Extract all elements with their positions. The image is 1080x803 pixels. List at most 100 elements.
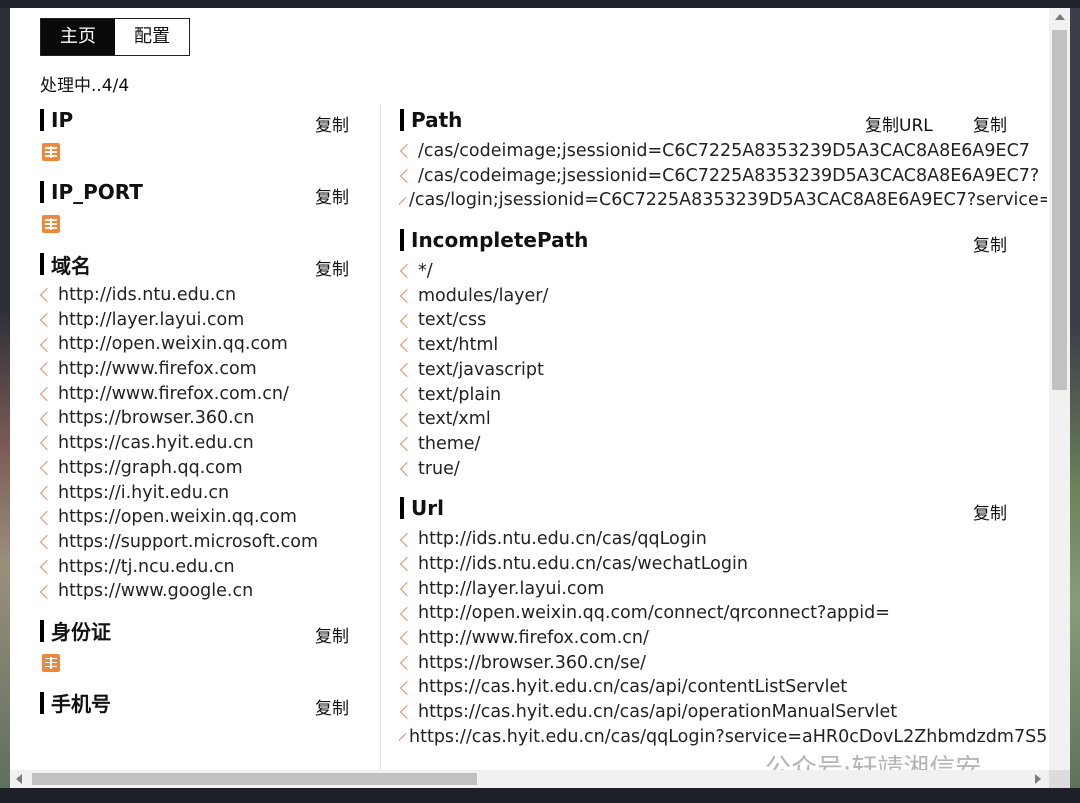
vertical-scroll-thumb[interactable] [1052, 30, 1067, 390]
copy-url-button[interactable]: 复制URL [865, 111, 933, 136]
scroll-right-arrow-icon[interactable] [1035, 774, 1041, 784]
horizontal-scrollbar[interactable] [10, 770, 1049, 788]
list-item[interactable]: theme/ [399, 432, 1047, 457]
list-item-text: true/ [418, 458, 460, 479]
chevron-left-icon [399, 387, 415, 402]
list-item[interactable]: https://graph.qq.com [39, 456, 350, 481]
list-item-text: https://i.hyit.edu.cn [58, 482, 230, 503]
chevron-left-icon [399, 289, 415, 304]
chevron-left-icon [39, 584, 55, 599]
list-item[interactable]: https://cas.hyit.edu.cn/cas/qqLogin?serv… [398, 725, 1047, 750]
copy-id-card-button[interactable]: 复制 [315, 622, 349, 647]
scrollbar-corner [1049, 770, 1070, 788]
desktop-backdrop-left [0, 8, 10, 803]
column-divider [380, 104, 381, 770]
chevron-left-icon [39, 387, 55, 402]
list-item[interactable]: https://www.google.cn [39, 579, 350, 604]
list-item[interactable]: http://layer.layui.com [39, 308, 350, 333]
section-title-url: Url [411, 496, 444, 521]
section-phone: 手机号 复制 [40, 684, 350, 722]
chevron-left-icon [39, 485, 55, 500]
chevron-left-icon [39, 510, 55, 525]
list-item[interactable]: http://ids.ntu.edu.cn/cas/wechatLogin [399, 552, 1047, 577]
chevron-left-icon [399, 412, 415, 427]
list-item[interactable]: https://support.microsoft.com [39, 530, 350, 555]
chevron-left-icon [399, 363, 415, 378]
list-item[interactable]: text/html [399, 333, 1047, 358]
list-item[interactable]: /cas/codeimage;jsessionid=C6C7225A835323… [399, 139, 1047, 164]
list-item[interactable]: */ [399, 259, 1047, 284]
list-item[interactable]: http://ids.ntu.edu.cn [39, 283, 350, 308]
empty-result-icon [42, 143, 60, 161]
list-item-text: text/javascript [418, 359, 544, 380]
list-item-text: https://cas.hyit.edu.cn/cas/qqLogin?serv… [409, 726, 1047, 747]
vertical-scrollbar[interactable] [1049, 8, 1070, 770]
chevron-left-icon [398, 196, 407, 205]
list-item[interactable]: /cas/codeimage;jsessionid=C6C7225A835323… [399, 164, 1047, 189]
horizontal-scroll-thumb[interactable] [32, 773, 477, 785]
list-item[interactable]: https://i.hyit.edu.cn [39, 481, 350, 506]
section-marker [40, 619, 44, 642]
list-item-text: http://www.firefox.com [58, 359, 257, 380]
list-item[interactable]: http://ids.ntu.edu.cn/cas/qqLogin [399, 527, 1047, 552]
list-item-text: https://support.microsoft.com [58, 531, 319, 552]
section-title-ip-port: IP_PORT [51, 180, 143, 204]
copy-incomplete-path-button[interactable]: 复制 [973, 231, 1007, 256]
list-item-text: /cas/login;jsessionid=C6C7225A8353239D5A… [409, 190, 1047, 211]
list-item[interactable]: text/xml [399, 407, 1047, 432]
chevron-left-icon [398, 733, 407, 741]
section-incomplete-path: IncompletePath 复制 [400, 221, 1047, 259]
copy-phone-button[interactable]: 复制 [315, 694, 349, 719]
chevron-left-icon [39, 411, 55, 426]
list-item-text: modules/layer/ [418, 285, 549, 306]
list-item[interactable]: https://browser.360.cn/se/ [399, 651, 1047, 676]
list-item[interactable]: https://cas.hyit.edu.cn/cas/api/operatio… [399, 700, 1047, 725]
tab-bar: 主页 配置 [40, 18, 190, 56]
list-item[interactable]: https://tj.ncu.edu.cn [39, 555, 350, 580]
list-item-text: text/xml [418, 409, 491, 430]
section-marker [40, 109, 44, 131]
copy-path-button[interactable]: 复制 [973, 111, 1007, 136]
url-list: http://ids.ntu.edu.cn/cas/qqLogin http://… [398, 527, 1047, 750]
scroll-up-arrow-icon[interactable] [1055, 14, 1065, 20]
list-item[interactable]: text/javascript [399, 358, 1047, 383]
chevron-left-icon [399, 557, 415, 572]
left-column: IP 复制 IP_PORT 复制 域名 复制 http://ids.ntu.ed… [39, 101, 350, 722]
tab-home[interactable]: 主页 [41, 19, 115, 55]
right-column: Path 复制URL 复制 /cas/codeimage;jsessionid=… [398, 101, 1047, 750]
copy-domain-button[interactable]: 复制 [315, 255, 349, 280]
section-ip-port: IP_PORT 复制 [40, 173, 350, 211]
section-marker [400, 497, 404, 520]
tab-config[interactable]: 配置 [115, 19, 189, 55]
list-item[interactable]: http://layer.layui.com [399, 577, 1047, 602]
list-item-text: http://open.weixin.qq.com [58, 334, 288, 355]
list-item[interactable]: https://browser.360.cn [39, 406, 350, 431]
list-item[interactable]: http://open.weixin.qq.com [39, 332, 350, 357]
list-item[interactable]: http://www.firefox.com [39, 357, 350, 382]
list-item-text: https://browser.360.cn/se/ [418, 652, 647, 673]
empty-result-icon [42, 653, 60, 672]
chevron-left-icon [399, 461, 415, 476]
list-item[interactable]: text/css [399, 308, 1047, 333]
section-title-domain: 域名 [51, 253, 91, 278]
list-item[interactable]: http://open.weixin.qq.com/connect/qrconn… [399, 601, 1047, 626]
list-item[interactable]: modules/layer/ [399, 284, 1047, 309]
section-ip: IP 复制 [40, 101, 350, 139]
copy-ip-port-button[interactable]: 复制 [315, 183, 349, 208]
list-item-text: http://layer.layui.com [58, 309, 245, 330]
copy-ip-button[interactable]: 复制 [315, 111, 349, 136]
list-item[interactable]: /cas/login;jsessionid=C6C7225A8353239D5A… [398, 188, 1047, 213]
copy-url-list-button[interactable]: 复制 [973, 499, 1007, 524]
chevron-left-icon [399, 655, 415, 671]
list-item[interactable]: https://cas.hyit.edu.cn/cas/api/contentL… [399, 675, 1047, 700]
list-item[interactable]: https://open.weixin.qq.com [39, 505, 350, 530]
scroll-left-arrow-icon[interactable] [16, 774, 22, 784]
chevron-left-icon [39, 337, 55, 352]
list-item[interactable]: text/plain [399, 383, 1047, 408]
path-list: /cas/codeimage;jsessionid=C6C7225A835323… [398, 139, 1047, 213]
chevron-left-icon [39, 288, 55, 303]
list-item[interactable]: true/ [399, 457, 1047, 482]
list-item[interactable]: http://www.firefox.com.cn/ [39, 382, 350, 407]
list-item[interactable]: http://www.firefox.com.cn/ [399, 626, 1047, 651]
list-item[interactable]: https://cas.hyit.edu.cn [39, 431, 350, 456]
